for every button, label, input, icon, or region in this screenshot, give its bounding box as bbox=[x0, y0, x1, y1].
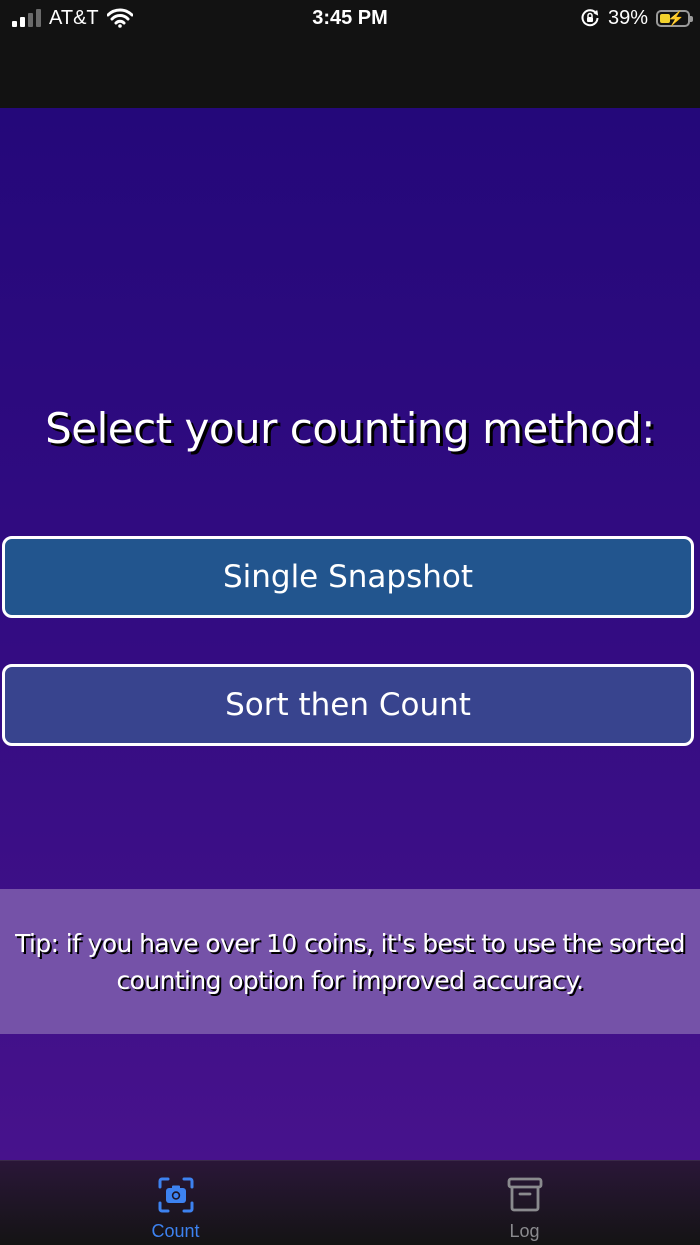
sort-then-count-button[interactable]: Sort then Count bbox=[2, 664, 694, 746]
battery-percent: 39% bbox=[607, 6, 648, 29]
status-right: 39% ⚡ bbox=[580, 4, 693, 32]
tip-text: Tip: if you have over 10 coins, it's bes… bbox=[15, 928, 685, 995]
battery-charging-icon: ⚡ bbox=[656, 9, 693, 27]
status-bar: AT&T 3:45 PM 39% ⚡ bbox=[0, 0, 700, 108]
camera-scan-icon bbox=[158, 1177, 193, 1213]
tab-count[interactable]: Count bbox=[88, 1161, 263, 1245]
sort-then-count-label: Sort then Count bbox=[225, 687, 471, 723]
tip-box: Tip: if you have over 10 coins, it's bes… bbox=[0, 889, 700, 1034]
tab-log[interactable]: Log bbox=[437, 1161, 612, 1245]
tab-log-label: Log bbox=[509, 1221, 540, 1241]
orientation-lock-icon bbox=[581, 9, 599, 27]
page-title: Select your counting method: bbox=[45, 404, 655, 453]
single-snapshot-label: Single Snapshot bbox=[222, 559, 474, 595]
bolt-icon: ⚡ bbox=[667, 9, 685, 26]
main-content: Select your counting method: Single Snap… bbox=[0, 108, 700, 1160]
archive-box-icon bbox=[507, 1177, 542, 1212]
tab-count-label: Count bbox=[151, 1221, 200, 1241]
single-snapshot-button[interactable]: Single Snapshot bbox=[2, 536, 694, 618]
tab-bar: Count Log bbox=[0, 1160, 700, 1245]
